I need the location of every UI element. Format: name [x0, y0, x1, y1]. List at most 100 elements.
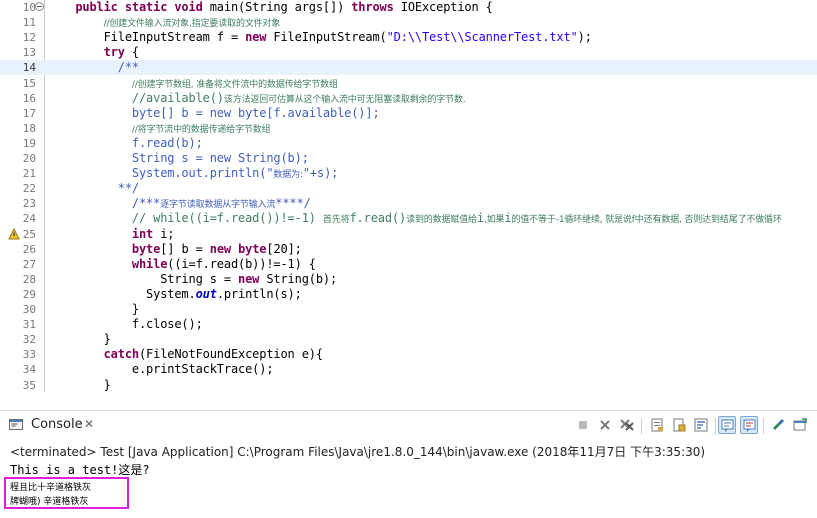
console-tab-label: Console	[31, 417, 83, 432]
code-line[interactable]: 33 catch(FileNotFoundException e){	[0, 347, 817, 362]
code-token: public static void	[75, 0, 203, 14]
toolbar-separator	[641, 418, 642, 434]
code-token: }	[47, 377, 111, 392]
code-line[interactable]: 13 try {	[0, 45, 817, 60]
code-token: out	[195, 286, 217, 301]
code-text: String s = new String(b);	[47, 272, 337, 287]
code-line[interactable]: 29 System.out.println(s);	[0, 287, 817, 302]
line-number: 15	[22, 76, 36, 90]
code-line[interactable]: 26 byte[] b = new byte[20];	[0, 242, 817, 257]
code-line[interactable]: 32 }	[0, 332, 817, 347]
code-line[interactable]: 34 e.printStackTrace();	[0, 362, 817, 377]
open-console-button[interactable]	[791, 416, 809, 434]
show-stdout-button[interactable]	[718, 416, 736, 434]
remove-launch-button[interactable]	[596, 416, 614, 434]
line-number: 32	[22, 333, 36, 347]
line-number: 16	[22, 91, 36, 105]
code-line[interactable]: 24 // while((i=f.read())!=-1) 首先将f.read(…	[0, 211, 817, 226]
code-line[interactable]: 12 FileInputStream f = new FileInputStre…	[0, 30, 817, 45]
code-line[interactable]: 16 //available()该方法返回可估算从这个输入流中可无阻塞读取剩余的…	[0, 91, 817, 106]
open-console-icon	[793, 418, 807, 431]
code-text: System.out.println(s);	[47, 287, 302, 302]
line-number: 20	[22, 152, 36, 165]
line-number: 30	[22, 303, 36, 316]
tab-console[interactable]: Console ✕	[4, 414, 99, 436]
code-token: int	[131, 226, 154, 241]
code-token: );	[577, 30, 592, 45]
code-token: System.out.println("	[131, 166, 274, 181]
scroll-lock-button[interactable]	[670, 416, 688, 434]
code-token: ****/	[275, 196, 311, 211]
code-text: byte[] b = new byte[20];	[47, 242, 302, 257]
code-line[interactable]: 21 System.out.println("数据为:"+s);	[0, 166, 817, 181]
code-text: String s = new String(b);	[47, 151, 309, 166]
line-number: 14	[22, 61, 36, 75]
terminate-button[interactable]	[574, 416, 592, 434]
line-number: 29	[22, 287, 36, 301]
terminate-icon	[579, 421, 587, 429]
code-token: // while((i=f.read())!=-1)	[131, 211, 323, 226]
code-line[interactable]: 20 String s = new String(b);	[0, 151, 817, 166]
code-token: i;	[153, 226, 175, 241]
console-icon	[9, 419, 23, 430]
line-number: 35	[22, 378, 36, 392]
line-number: 18	[22, 121, 36, 135]
code-line[interactable]: 22 **/	[0, 181, 817, 196]
code-text: while((i=f.read(b))!=-1) {	[47, 257, 316, 272]
code-line[interactable]: 19 f.read(b);	[0, 136, 817, 151]
code-line[interactable]: 35 }	[0, 378, 817, 393]
clear-console-icon	[651, 418, 663, 432]
code-line[interactable]: 27 while((i=f.read(b))!=-1) {	[0, 257, 817, 272]
code-line[interactable]: 14 /**	[0, 60, 817, 76]
code-text: }	[47, 378, 111, 393]
remove-launch-icon	[600, 420, 610, 430]
console-output-line: 程且比十辛道格铁灰	[10, 483, 92, 493]
code-token: f.read()	[349, 211, 407, 226]
code-line[interactable]: 31 f.close();	[0, 317, 817, 332]
code-token: IOException {	[393, 0, 493, 14]
code-token: //创建字节数组, 准备将文件流中的数据传给字节数组	[131, 79, 338, 90]
close-icon[interactable]: ✕	[84, 417, 94, 431]
code-text: **/	[47, 181, 139, 196]
code-line[interactable]: 15 //创建字节数组, 准备将文件流中的数据传给字节数组	[0, 76, 817, 91]
line-number: 21	[22, 167, 36, 181]
code-line[interactable]: 30 }	[0, 302, 817, 317]
code-line[interactable]: 25 int i;	[0, 227, 817, 242]
word-wrap-button[interactable]	[692, 416, 710, 434]
code-token: "+s);	[302, 166, 339, 181]
code-line[interactable]: 17 byte[] b = new byte[f.available()];	[0, 106, 817, 121]
show-stderr-button[interactable]	[740, 416, 758, 434]
code-line[interactable]: 10 public static void main(String args[]…	[0, 0, 817, 15]
code-token: /**	[117, 60, 139, 75]
code-token: "D:\\Test\\ScannerTest.txt"	[386, 30, 578, 45]
pin-console-button[interactable]	[769, 416, 787, 434]
code-token: 该方法返回可估算从这个输入流中可无阻塞读取剩余的字节数.	[223, 94, 466, 105]
fold-collapse-icon[interactable]	[35, 2, 44, 11]
code-line[interactable]: 11 //创建文件输入流对象,指定要读取的文件对象	[0, 15, 817, 30]
show-stdout-icon	[721, 419, 734, 432]
code-token: byte	[238, 241, 267, 256]
line-number: 24	[22, 212, 36, 226]
remove-all-button[interactable]	[618, 416, 636, 434]
warning-icon[interactable]	[8, 227, 20, 240]
code-token: }	[47, 332, 111, 347]
clear-console-button[interactable]	[648, 416, 666, 434]
code-token: System.	[47, 286, 196, 301]
code-line[interactable]: 18 //将字节流中的数据传递给字节数组	[0, 121, 817, 136]
code-token: i	[476, 211, 484, 226]
code-line[interactable]: 28 String s = new String(b);	[0, 272, 817, 287]
console-output-area[interactable]: This is a test!这是? 程且比十辛道格铁灰 牌蝴哦) 辛道格铁灰	[0, 458, 817, 518]
code-line[interactable]: 23 /***逐字节读取数据从字节输入流****/	[0, 196, 817, 211]
line-number: 10	[22, 1, 36, 14]
code-editor[interactable]: 10 public static void main(String args[]…	[0, 0, 817, 392]
console-toolbar	[570, 414, 817, 436]
